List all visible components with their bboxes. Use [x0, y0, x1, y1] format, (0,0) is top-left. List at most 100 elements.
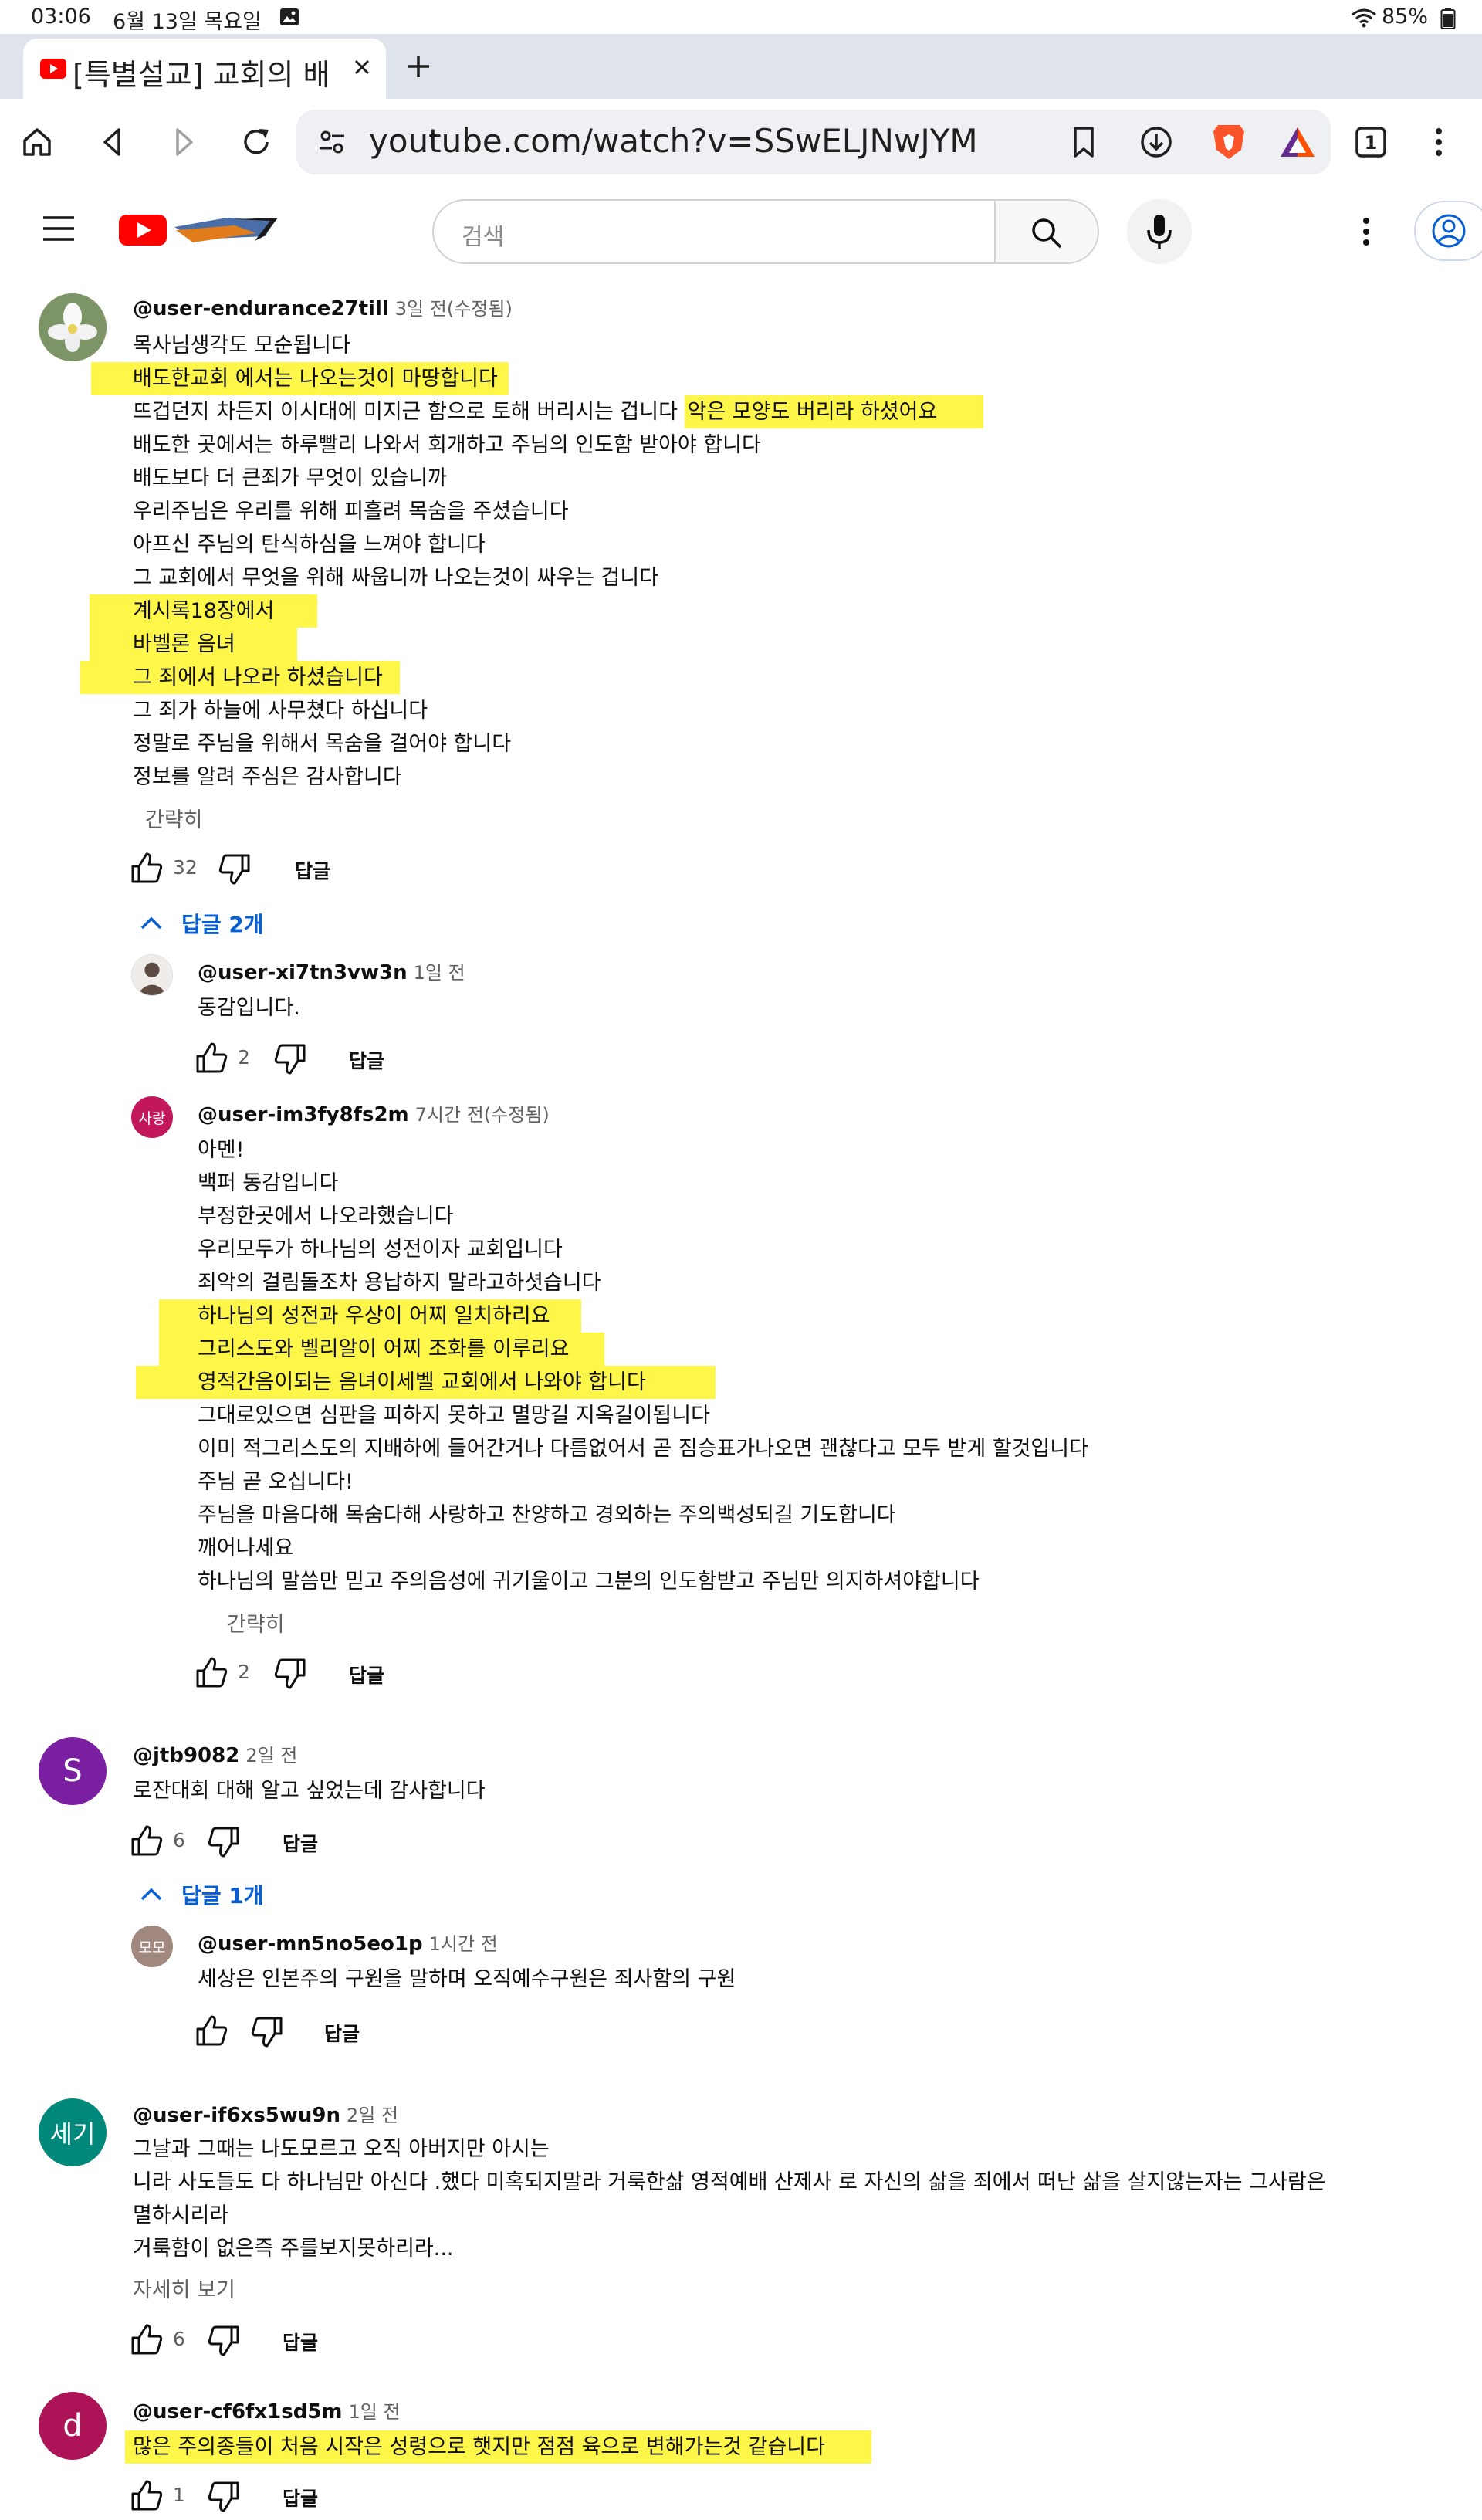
gallery-icon [279, 8, 299, 26]
account-icon [1431, 213, 1467, 249]
url-text[interactable]: youtube.com/watch?v=SSwELJNwJYM [369, 122, 978, 160]
browser-menu-icon[interactable] [1431, 124, 1446, 161]
youtube-favicon-icon [40, 59, 66, 79]
sign-in-button[interactable] [1414, 201, 1482, 261]
brave-rewards-icon[interactable] [1278, 125, 1317, 159]
hamburger-menu-icon[interactable] [42, 215, 76, 242]
replies-toggle[interactable]: 답글 1개 [139, 1879, 264, 1910]
like-icon[interactable] [130, 1824, 164, 1858]
like-icon[interactable] [130, 2478, 164, 2512]
comment-author[interactable]: @user-cf6fx1sd5m 1일 전 [133, 2396, 401, 2423]
reply-button[interactable]: 답글 [283, 2484, 318, 2512]
dislike-icon[interactable] [273, 1657, 307, 1691]
home-icon[interactable] [19, 124, 56, 161]
status-date: 6월 13일 목요일 [113, 10, 262, 34]
comment-line: 배도한 곳에서는 하루빨리 나와서 회개하고 주님의 인도함 받아야 합니다 [133, 433, 761, 457]
reply-line: 백퍼 동감입니다 [198, 1171, 339, 1195]
reply-button[interactable]: 답글 [349, 1046, 384, 1074]
new-tab-icon[interactable] [401, 49, 435, 83]
like-icon[interactable] [195, 1655, 228, 1689]
youtube-logo-icon[interactable] [119, 210, 286, 249]
tab-count: 1 [1364, 132, 1378, 154]
like-icon[interactable] [130, 2322, 164, 2356]
reply-button[interactable]: 답글 [283, 1829, 318, 1857]
comment-time[interactable]: 2일 전 [245, 1745, 297, 1766]
search-input[interactable]: 검색 [432, 199, 996, 264]
bookmark-icon[interactable] [1068, 125, 1099, 159]
comment-author[interactable]: @user-if6xs5wu9n 2일 전 [133, 2100, 398, 2127]
default-user-avatar-icon [132, 955, 172, 995]
reply-line: 하나님의 말씀만 믿고 주의음성에 귀기울이고 그분의 인도함받고 주님만 의지… [198, 1570, 980, 1594]
avatar[interactable] [131, 954, 173, 996]
reply-time[interactable]: 7시간 전(수정됨) [415, 1104, 550, 1126]
reply-author[interactable]: @user-xi7tn3vw3n 1일 전 [198, 957, 465, 984]
like-icon[interactable] [195, 2014, 228, 2048]
comment-time[interactable]: 3일 전(수정됨) [395, 298, 513, 320]
comment-time[interactable]: 2일 전 [347, 2105, 398, 2126]
avatar[interactable]: 세기 [39, 2098, 107, 2166]
dislike-icon[interactable] [218, 852, 252, 886]
reply-line-highlighted: 영적간음이되는 음녀이세벨 교회에서 나와야 합니다 [136, 1366, 716, 1399]
comment-time[interactable]: 1일 전 [349, 2401, 401, 2423]
reply-button[interactable]: 답글 [283, 2328, 318, 2356]
brave-shields-icon[interactable] [1210, 122, 1247, 162]
author-handle[interactable]: @user-cf6fx1sd5m [133, 2400, 343, 2423]
show-less-link[interactable]: 간략히 [227, 1607, 285, 1638]
comment-author[interactable]: @user-endurance27till 3일 전(수정됨) [133, 293, 513, 320]
comment-line-highlighted: 많은 주의종들이 처음 시작은 성령으로 햇지만 점점 육으로 변해가는것 같습… [125, 2430, 871, 2464]
reply-author[interactable]: @user-mn5no5eo1p 1시간 전 [198, 1929, 498, 1956]
dislike-icon[interactable] [207, 1825, 241, 1859]
read-more-link[interactable]: 자세히 보기 [133, 2273, 235, 2303]
download-icon[interactable] [1139, 125, 1173, 159]
reply-line: 주님 곧 오십니다! [198, 1470, 354, 1494]
author-handle[interactable]: @user-xi7tn3vw3n [198, 961, 408, 984]
avatar[interactable] [39, 293, 107, 361]
avatar[interactable]: d [39, 2392, 107, 2460]
comment-line-highlighted: 그 죄에서 나오라 하셨습니다 [80, 661, 400, 694]
chevron-up-icon [140, 916, 162, 930]
reply-line: 우리모두가 하나님의 성전이자 교회입니다 [198, 1238, 563, 1262]
author-handle[interactable]: @user-if6xs5wu9n [133, 2104, 340, 2127]
reply-line: 부정한곳에서 나오라했습니다 [198, 1204, 454, 1228]
avatar[interactable]: S [39, 1737, 107, 1805]
author-handle[interactable]: @user-endurance27till [133, 297, 389, 320]
dislike-icon[interactable] [207, 2324, 241, 2358]
like-icon[interactable] [130, 851, 164, 885]
avatar[interactable]: 사랑 [131, 1096, 173, 1138]
replies-count-label[interactable]: 답글 1개 [181, 1883, 264, 1909]
browser-tab[interactable]: [특별설교] 교회의 배 [23, 39, 386, 99]
author-handle[interactable]: @user-mn5no5eo1p [198, 1932, 423, 1956]
replies-toggle[interactable]: 답글 2개 [139, 908, 264, 939]
microphone-icon [1145, 213, 1173, 250]
dislike-icon[interactable] [273, 1042, 307, 1076]
reply-time[interactable]: 1일 전 [414, 962, 465, 984]
close-tab-icon[interactable] [350, 56, 374, 79]
forward-icon[interactable] [165, 124, 202, 161]
like-count: 2 [238, 1046, 250, 1069]
reload-icon[interactable] [238, 124, 275, 161]
reply-time[interactable]: 1시간 전 [429, 1933, 498, 1955]
show-less-link[interactable]: 간략히 [145, 803, 203, 833]
back-icon[interactable] [94, 124, 131, 161]
reply-button[interactable]: 답글 [349, 1661, 384, 1688]
dislike-icon[interactable] [250, 2015, 284, 2049]
comment-author[interactable]: @jtb9082 2일 전 [133, 1740, 297, 1767]
author-handle[interactable]: @user-im3fy8fs2m [198, 1103, 409, 1126]
more-options-icon[interactable] [1360, 215, 1372, 249]
reply-button[interactable]: 답글 [295, 856, 330, 884]
author-handle[interactable]: @jtb9082 [133, 1744, 239, 1767]
wifi-icon [1351, 8, 1377, 28]
address-bar[interactable]: youtube.com/watch?v=SSwELJNwJYM [296, 110, 1331, 174]
search-button[interactable] [996, 199, 1099, 264]
reply-button[interactable]: 답글 [324, 2019, 360, 2047]
avatar[interactable]: 모모 [131, 1926, 173, 1967]
voice-search-button[interactable] [1127, 199, 1192, 264]
like-icon[interactable] [195, 1041, 228, 1075]
dislike-icon[interactable] [207, 2480, 241, 2514]
reply-line: 그대로있으면 심판을 피하지 못하고 멸망길 지옥길이됩니다 [198, 1404, 710, 1428]
avatar-initials: 모모 [138, 1939, 166, 1956]
site-settings-icon[interactable] [316, 127, 347, 158]
replies-count-label[interactable]: 답글 2개 [181, 912, 264, 937]
comment-line: 우리주님은 우리를 위해 피흘려 목숨을 주셨습니다 [133, 500, 569, 523]
reply-author[interactable]: @user-im3fy8fs2m 7시간 전(수정됨) [198, 1099, 550, 1126]
